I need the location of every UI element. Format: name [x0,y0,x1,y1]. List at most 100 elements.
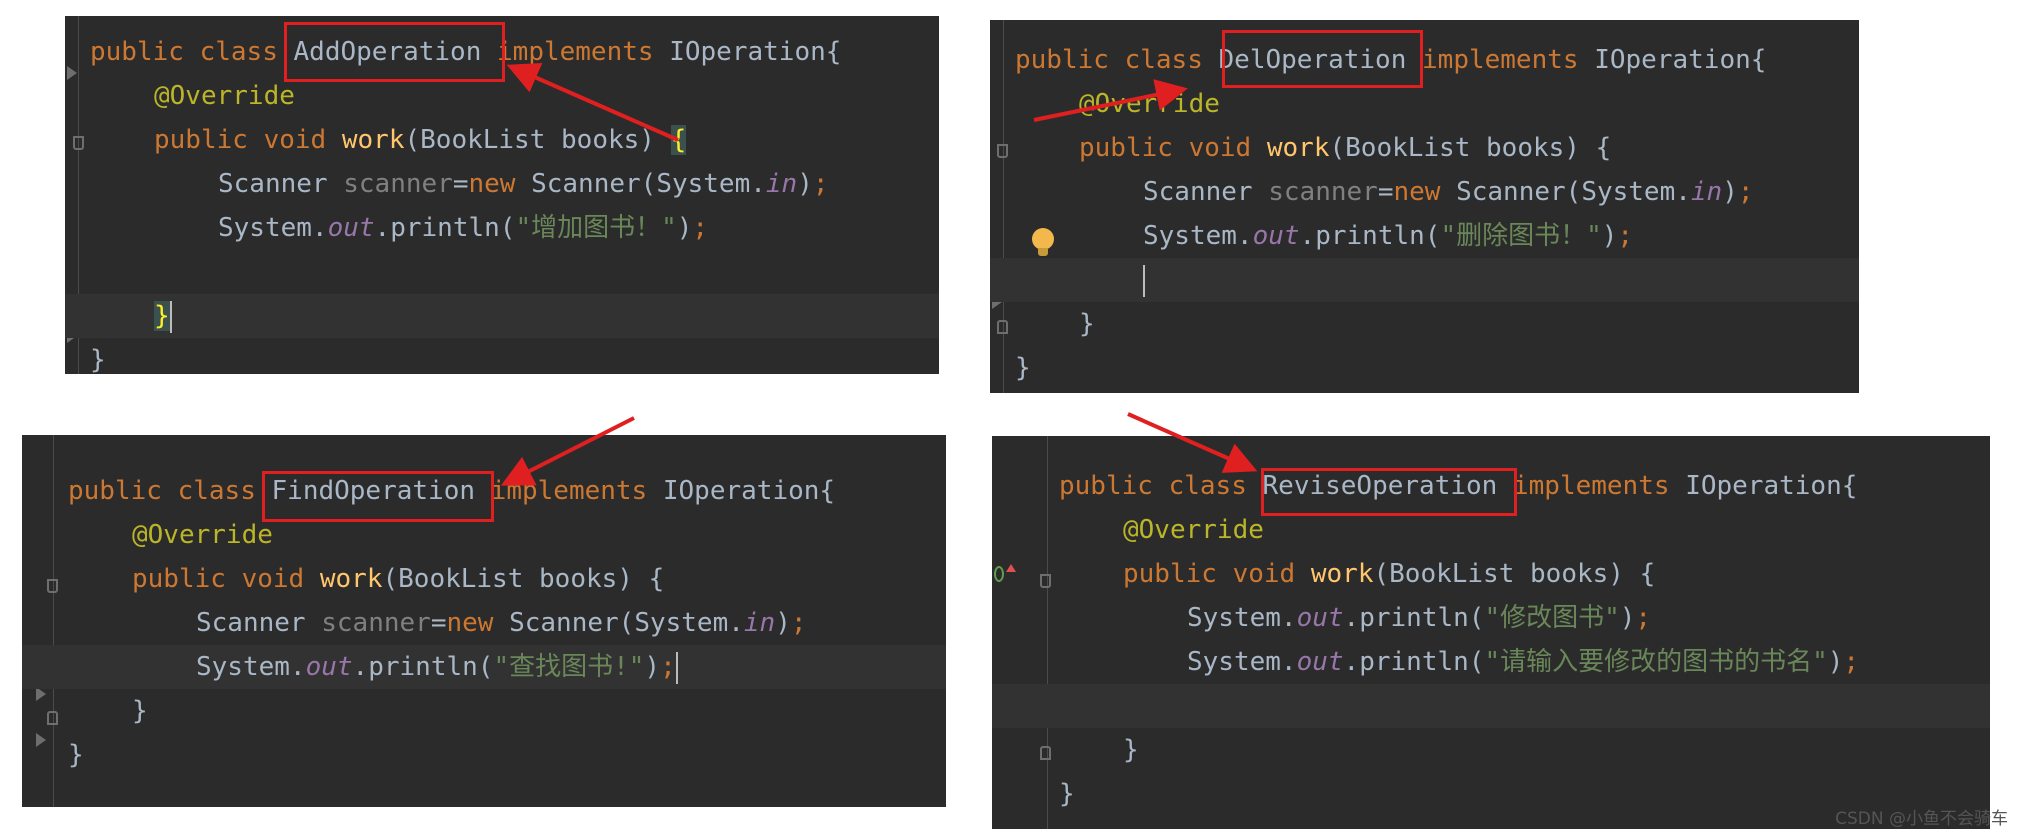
code-line-method-decl[interactable]: public void work(BookList books) { [22,557,946,601]
class-close-brace: } [1059,779,1075,809]
keyword-implements: implements [497,37,654,67]
string-literal: "增加图书！" [515,213,677,243]
field-out: out [1296,603,1344,633]
code-line-method-close[interactable]: } [22,689,946,733]
field-in: in [765,169,798,199]
method-name: work [319,564,383,594]
code-line-method-close[interactable]: } [990,302,1859,346]
code-line-class-close[interactable]: } [22,733,946,777]
code-line-println[interactable]: System.out.println("增加图书！"); [65,206,939,250]
keyword-public: public [1123,559,1217,589]
variable-scanner: scanner [321,608,431,638]
code-line-scanner[interactable]: Scanner scanner=new Scanner(System.in); [990,170,1859,214]
code-line-scanner[interactable]: Scanner scanner=new Scanner(System.in); [22,601,946,645]
code-line-class-close[interactable]: } [65,338,939,374]
code-line-method-decl[interactable]: public void work(BookList books) { [992,552,1990,596]
interface-name: IOperation{ [1594,45,1767,75]
keyword-class: class [199,37,278,67]
keyword-public: public [154,125,248,155]
variable-scanner: scanner [343,169,453,199]
code-line-println[interactable]: System.out.println("删除图书！"); [990,214,1859,258]
keyword-public: public [90,37,184,67]
keyword-class: class [1168,471,1247,501]
keyword-void: void [1232,559,1296,589]
code-line-println[interactable]: System.out.println("查找图书!"); [22,645,946,689]
highlight-box-revise-operation [1261,468,1517,516]
code-line-empty-current[interactable] [990,258,1859,302]
close-paren: ) [676,213,693,243]
code-line-annotation[interactable]: @Override [990,82,1859,126]
highlight-box-del-operation [1222,30,1423,88]
keyword-public: public [132,564,226,594]
keyword-implements: implements [490,476,648,506]
println-call: .println( [352,652,494,682]
close-paren: ) [797,169,813,199]
semicolon: ; [1843,647,1860,677]
code-line-method-close[interactable]: } [992,728,1990,772]
assign-op: = [430,608,447,638]
code-line-method-decl[interactable]: public void work(BookList books) { [990,126,1859,170]
code-line-scanner[interactable]: Scanner scanner=new Scanner(System.in); [65,162,939,206]
code-line-empty-current[interactable] [992,684,1990,728]
text-caret [1143,264,1145,297]
type-scanner: Scanner [1143,177,1269,207]
watermark: CSDN @小鱼不会骑车 [1835,809,2008,829]
semicolon: ; [660,652,676,682]
string-literal: "删除图书！" [1440,221,1602,251]
method-params: (BookList books) { [382,564,665,594]
annotation-override: @Override [154,81,295,111]
method-name: work [1310,559,1374,589]
method-name: work [341,125,405,155]
method-close-brace: } [1123,735,1139,765]
code-line-println-1[interactable]: System.out.println("修改图书"); [992,596,1990,640]
text-caret [675,651,678,684]
system-ref: System. [196,652,306,682]
code-line-println-2[interactable]: System.out.println("请输入要修改的图书的书名"); [992,640,1990,684]
keyword-void: void [241,564,305,594]
println-call: .println( [1343,647,1485,677]
class-close-brace: } [68,740,84,770]
keyword-void: void [1188,133,1252,163]
close-paren: ) [1601,221,1618,251]
method-params: (BookList books) { [1329,133,1612,163]
highlight-box-find-operation [262,471,494,522]
code-line-class-close[interactable]: } [990,346,1859,390]
semicolon: ; [812,169,829,199]
scanner-ctor: Scanner(System. [493,608,744,638]
class-close-brace: } [90,345,106,374]
method-params: (BookList books) { [1373,559,1656,589]
code-line-method-decl[interactable]: public void work(BookList books) { [65,118,939,162]
highlight-box-add-operation [284,22,505,82]
method-params: (BookList books) [404,125,671,155]
text-caret [169,300,172,333]
interface-name: IOperation{ [1685,471,1858,501]
code-line-method-close[interactable]: } [65,294,939,338]
semicolon: ; [692,213,709,243]
println-call: .println( [374,213,516,243]
code-line-class-decl[interactable]: public class DelOperation implements IOp… [990,38,1859,82]
keyword-public: public [1079,133,1173,163]
system-ref: System. [218,213,328,243]
keyword-implements: implements [1422,45,1579,75]
println-call: .println( [1299,221,1441,251]
semicolon: ; [1737,177,1754,207]
keyword-public: public [1015,45,1109,75]
field-out: out [327,213,375,243]
string-literal: "修改图书" [1484,603,1620,633]
method-close-brace: } [132,696,148,726]
close-paren: ) [1722,177,1738,207]
string-literal: "查找图书!" [493,652,645,682]
type-scanner: Scanner [218,169,344,199]
method-name: work [1266,133,1330,163]
variable-scanner: scanner [1268,177,1378,207]
string-literal: "请输入要修改的图书的书名" [1484,647,1828,677]
keyword-new: new [468,169,516,199]
semicolon: ; [1617,221,1634,251]
semicolon: ; [790,608,807,638]
field-out: out [1296,647,1344,677]
close-paren: ) [1827,647,1844,677]
annotation-override: @Override [1079,89,1220,119]
assign-op: = [452,169,469,199]
println-call: .println( [1343,603,1485,633]
interface-name: IOperation{ [662,476,836,506]
